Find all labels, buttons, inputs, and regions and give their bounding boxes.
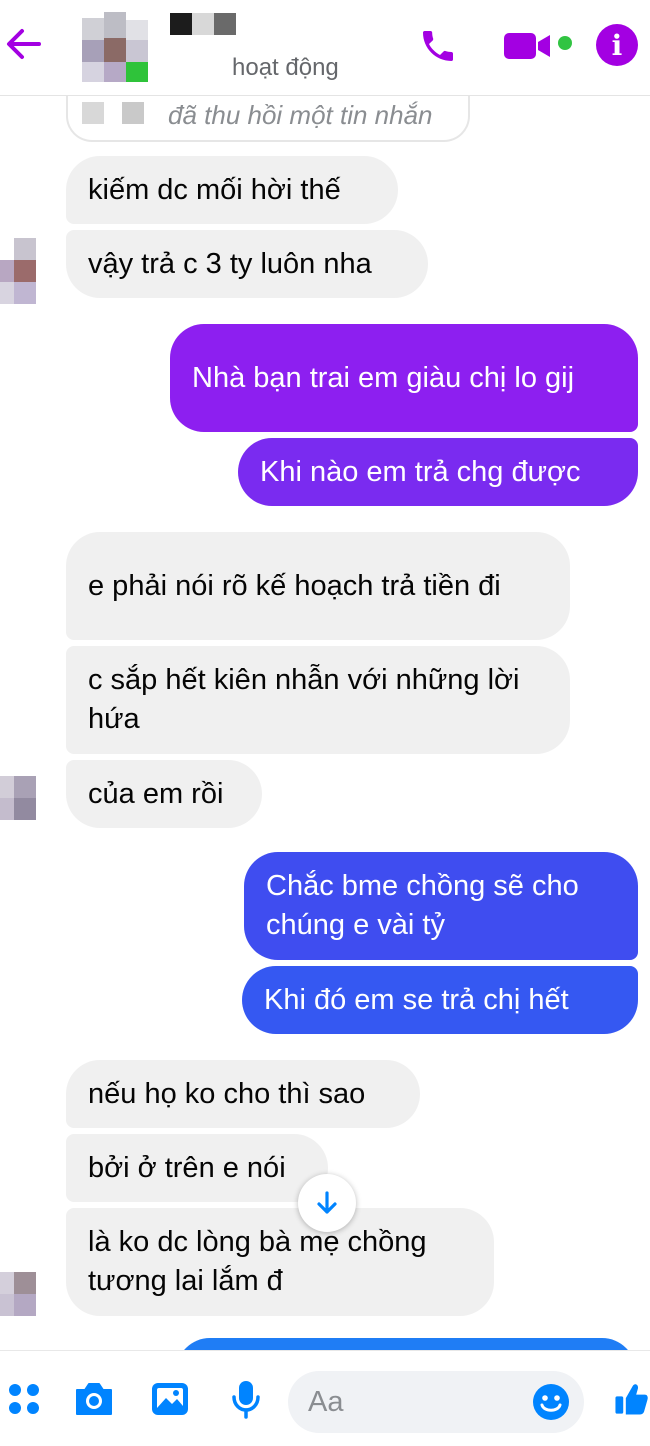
sender-avatar[interactable]	[0, 776, 36, 820]
like-icon[interactable]	[612, 1375, 650, 1423]
sender-avatar[interactable]	[0, 1272, 36, 1316]
message-input[interactable]: Aa	[288, 1371, 584, 1433]
message-incoming[interactable]: nếu họ ko cho thì sao	[66, 1060, 420, 1128]
message-outgoing[interactable]: Khi nào em trả chg được	[238, 438, 638, 506]
contact-avatar[interactable]	[78, 10, 148, 82]
scroll-to-bottom-button[interactable]	[298, 1174, 356, 1232]
active-status: hoạt động	[232, 54, 339, 81]
video-call-icon[interactable]	[502, 24, 562, 68]
message-incoming[interactable]: c sắp hết kiên nhẫn với những lời hứa	[66, 646, 570, 754]
message-outgoing[interactable]: Khi đó em se trả chị hết	[242, 966, 638, 1034]
message-incoming[interactable]: e phải nói rõ kế hoạch trả tiền đi	[66, 532, 570, 640]
contact-name-pixelated	[170, 13, 240, 35]
arrow-down-icon	[317, 1191, 337, 1214]
message-incoming[interactable]: bởi ở trên e nói	[66, 1134, 328, 1202]
message-composer: Aa	[0, 1350, 650, 1446]
back-arrow-icon[interactable]	[2, 22, 46, 66]
microphone-icon[interactable]	[222, 1375, 270, 1423]
message-outgoing-partial[interactable]	[176, 1338, 636, 1350]
message-input-placeholder: Aa	[308, 1385, 344, 1418]
chat-header: hoạt động i	[0, 0, 650, 96]
more-icon[interactable]	[0, 1375, 48, 1423]
message-incoming[interactable]: là ko dc lòng bà mẹ chồng tương lai lắm …	[66, 1208, 494, 1316]
emoji-icon[interactable]	[532, 1383, 570, 1421]
message-outgoing[interactable]: Chắc bme chồng sẽ cho chúng e vài tỷ	[244, 852, 638, 960]
unsent-message-notice: đã thu hồi một tin nhắn	[66, 96, 470, 142]
message-thread[interactable]: đã thu hồi một tin nhắn kiếm dc mối hời …	[0, 96, 650, 1350]
message-incoming[interactable]: của em rồi	[66, 760, 262, 828]
message-outgoing[interactable]: Nhà bạn trai em giàu chị lo gij	[170, 324, 638, 432]
message-incoming[interactable]: vậy trả c 3 ty luôn nha	[66, 230, 428, 298]
gallery-icon[interactable]	[146, 1375, 194, 1423]
camera-icon[interactable]	[70, 1375, 118, 1423]
phone-call-icon[interactable]	[416, 24, 460, 68]
message-incoming[interactable]: kiếm dc mối hời thế	[66, 156, 398, 224]
sender-name-pixelated	[82, 102, 162, 124]
sender-avatar[interactable]	[0, 238, 36, 304]
online-indicator-icon	[558, 36, 572, 50]
unsent-notice-text: đã thu hồi một tin nhắn	[168, 99, 433, 130]
info-icon[interactable]: i	[596, 24, 638, 66]
